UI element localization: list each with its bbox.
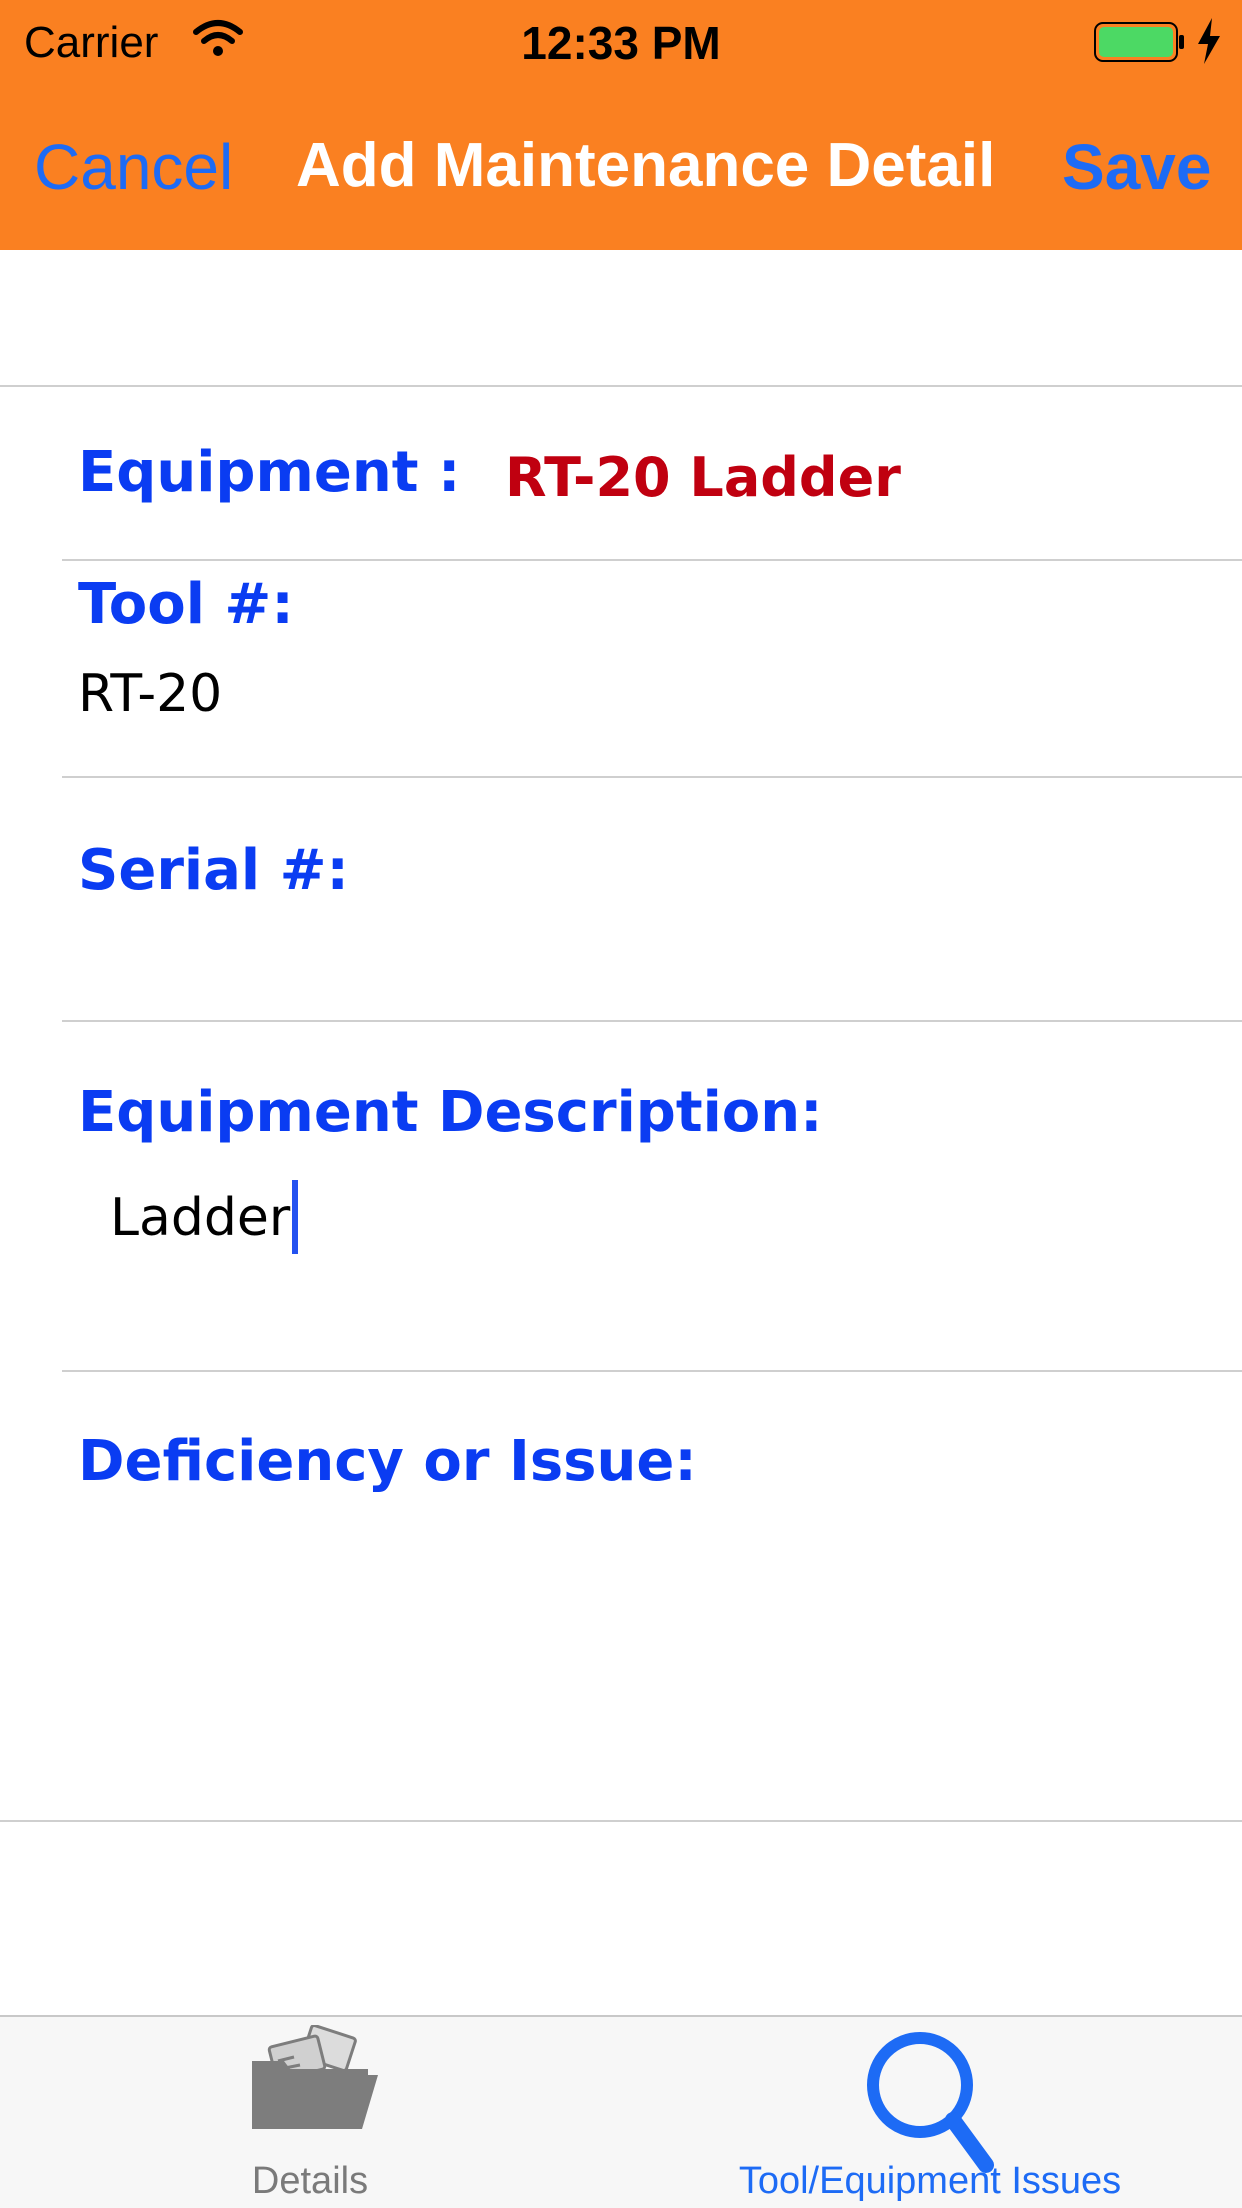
tab-details-label: Details [251, 2160, 369, 2202]
folder-icon [252, 2025, 378, 2129]
divider [62, 559, 1242, 561]
equipment-description-label: Equipment Description: [78, 1080, 823, 1145]
status-bar: Carrier 12:33 PM [0, 0, 1242, 84]
save-button[interactable]: Save [1062, 130, 1211, 204]
equipment-value: RT-20 Ladder [505, 446, 901, 509]
tab-bar: Details Tool/Equipment Issues [0, 2015, 1242, 2208]
divider [0, 385, 1242, 387]
divider [62, 1370, 1242, 1372]
serial-number-label: Serial #: [78, 838, 349, 903]
tab-details[interactable]: Details [150, 2017, 470, 2208]
divider [62, 776, 1242, 778]
tab-issues-label: Tool/Equipment Issues [738, 2160, 1122, 2202]
deficiency-label: Deficiency or Issue: [78, 1429, 697, 1494]
tool-number-field[interactable]: RT-20 [78, 664, 222, 724]
serial-number-field[interactable] [78, 920, 1178, 990]
tool-number-label: Tool #: [78, 572, 294, 637]
divider [0, 1820, 1242, 1822]
cancel-button[interactable]: Cancel [34, 130, 233, 204]
search-icon [867, 2032, 994, 2173]
status-time: 12:33 PM [521, 17, 721, 69]
battery-icon [1094, 22, 1184, 62]
tab-tool-equipment-issues[interactable]: Tool/Equipment Issues [700, 2017, 1160, 2208]
equipment-description-field[interactable]: Ladder [110, 1188, 290, 1248]
page-title: Add Maintenance Detail [296, 131, 996, 200]
charging-bolt-icon [1198, 18, 1220, 64]
divider [62, 1020, 1242, 1022]
equipment-label: Equipment : [78, 440, 461, 505]
text-cursor [292, 1180, 298, 1254]
deficiency-field[interactable] [78, 1520, 1178, 1680]
navigation-bar: Carrier 12:33 PM Cancel Add Maintenance … [0, 0, 1242, 250]
